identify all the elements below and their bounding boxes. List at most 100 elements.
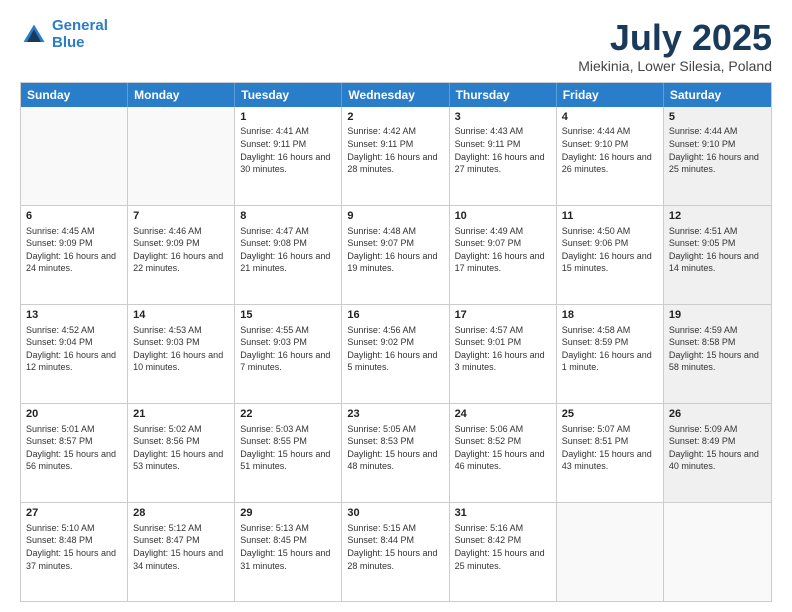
- subtitle: Miekinia, Lower Silesia, Poland: [578, 58, 772, 74]
- calendar-week-5: 27Sunrise: 5:10 AM Sunset: 8:48 PM Dayli…: [21, 503, 771, 601]
- calendar-cell: 4Sunrise: 4:44 AM Sunset: 9:10 PM Daylig…: [557, 107, 664, 205]
- calendar-body: 1Sunrise: 4:41 AM Sunset: 9:11 PM Daylig…: [21, 107, 771, 601]
- day-number: 19: [669, 308, 766, 323]
- cell-info: Sunrise: 5:05 AM Sunset: 8:53 PM Dayligh…: [347, 423, 443, 473]
- cell-info: Sunrise: 4:58 AM Sunset: 8:59 PM Dayligh…: [562, 324, 658, 374]
- calendar-cell: 23Sunrise: 5:05 AM Sunset: 8:53 PM Dayli…: [342, 404, 449, 502]
- day-number: 28: [133, 506, 229, 521]
- calendar-cell: 3Sunrise: 4:43 AM Sunset: 9:11 PM Daylig…: [450, 107, 557, 205]
- cell-info: Sunrise: 4:46 AM Sunset: 9:09 PM Dayligh…: [133, 225, 229, 275]
- day-number: 4: [562, 110, 658, 125]
- calendar-cell: 25Sunrise: 5:07 AM Sunset: 8:51 PM Dayli…: [557, 404, 664, 502]
- day-number: 29: [240, 506, 336, 521]
- calendar-cell: 24Sunrise: 5:06 AM Sunset: 8:52 PM Dayli…: [450, 404, 557, 502]
- calendar-cell: 10Sunrise: 4:49 AM Sunset: 9:07 PM Dayli…: [450, 206, 557, 304]
- header-day-monday: Monday: [128, 83, 235, 107]
- calendar-cell: 14Sunrise: 4:53 AM Sunset: 9:03 PM Dayli…: [128, 305, 235, 403]
- day-number: 26: [669, 407, 766, 422]
- day-number: 16: [347, 308, 443, 323]
- day-number: 17: [455, 308, 551, 323]
- main-title: July 2025: [578, 18, 772, 58]
- calendar-cell: 16Sunrise: 4:56 AM Sunset: 9:02 PM Dayli…: [342, 305, 449, 403]
- day-number: 9: [347, 209, 443, 224]
- cell-info: Sunrise: 5:15 AM Sunset: 8:44 PM Dayligh…: [347, 522, 443, 572]
- day-number: 31: [455, 506, 551, 521]
- calendar-cell: 17Sunrise: 4:57 AM Sunset: 9:01 PM Dayli…: [450, 305, 557, 403]
- day-number: 14: [133, 308, 229, 323]
- cell-info: Sunrise: 5:06 AM Sunset: 8:52 PM Dayligh…: [455, 423, 551, 473]
- header-day-sunday: Sunday: [21, 83, 128, 107]
- calendar-cell: 26Sunrise: 5:09 AM Sunset: 8:49 PM Dayli…: [664, 404, 771, 502]
- calendar-cell: 9Sunrise: 4:48 AM Sunset: 9:07 PM Daylig…: [342, 206, 449, 304]
- day-number: 22: [240, 407, 336, 422]
- calendar-cell: 27Sunrise: 5:10 AM Sunset: 8:48 PM Dayli…: [21, 503, 128, 601]
- day-number: 21: [133, 407, 229, 422]
- header: General Blue July 2025 Miekinia, Lower S…: [20, 18, 772, 74]
- calendar-cell: [21, 107, 128, 205]
- cell-info: Sunrise: 5:10 AM Sunset: 8:48 PM Dayligh…: [26, 522, 122, 572]
- calendar-cell: 13Sunrise: 4:52 AM Sunset: 9:04 PM Dayli…: [21, 305, 128, 403]
- logo-icon: [20, 21, 48, 49]
- cell-info: Sunrise: 4:51 AM Sunset: 9:05 PM Dayligh…: [669, 225, 766, 275]
- calendar-cell: 31Sunrise: 5:16 AM Sunset: 8:42 PM Dayli…: [450, 503, 557, 601]
- calendar-cell: 21Sunrise: 5:02 AM Sunset: 8:56 PM Dayli…: [128, 404, 235, 502]
- cell-info: Sunrise: 4:56 AM Sunset: 9:02 PM Dayligh…: [347, 324, 443, 374]
- cell-info: Sunrise: 5:02 AM Sunset: 8:56 PM Dayligh…: [133, 423, 229, 473]
- cell-info: Sunrise: 4:50 AM Sunset: 9:06 PM Dayligh…: [562, 225, 658, 275]
- cell-info: Sunrise: 5:07 AM Sunset: 8:51 PM Dayligh…: [562, 423, 658, 473]
- cell-info: Sunrise: 5:09 AM Sunset: 8:49 PM Dayligh…: [669, 423, 766, 473]
- header-day-tuesday: Tuesday: [235, 83, 342, 107]
- calendar-cell: 6Sunrise: 4:45 AM Sunset: 9:09 PM Daylig…: [21, 206, 128, 304]
- calendar-cell: 7Sunrise: 4:46 AM Sunset: 9:09 PM Daylig…: [128, 206, 235, 304]
- day-number: 18: [562, 308, 658, 323]
- cell-info: Sunrise: 4:42 AM Sunset: 9:11 PM Dayligh…: [347, 125, 443, 175]
- calendar-cell: [664, 503, 771, 601]
- calendar-cell: 18Sunrise: 4:58 AM Sunset: 8:59 PM Dayli…: [557, 305, 664, 403]
- cell-info: Sunrise: 5:03 AM Sunset: 8:55 PM Dayligh…: [240, 423, 336, 473]
- calendar-cell: 20Sunrise: 5:01 AM Sunset: 8:57 PM Dayli…: [21, 404, 128, 502]
- day-number: 6: [26, 209, 122, 224]
- logo: General Blue: [20, 18, 108, 51]
- cell-info: Sunrise: 4:44 AM Sunset: 9:10 PM Dayligh…: [562, 125, 658, 175]
- cell-info: Sunrise: 5:16 AM Sunset: 8:42 PM Dayligh…: [455, 522, 551, 572]
- calendar-cell: 12Sunrise: 4:51 AM Sunset: 9:05 PM Dayli…: [664, 206, 771, 304]
- calendar: SundayMondayTuesdayWednesdayThursdayFrid…: [20, 82, 772, 602]
- day-number: 7: [133, 209, 229, 224]
- cell-info: Sunrise: 4:53 AM Sunset: 9:03 PM Dayligh…: [133, 324, 229, 374]
- calendar-cell: 30Sunrise: 5:15 AM Sunset: 8:44 PM Dayli…: [342, 503, 449, 601]
- calendar-cell: 2Sunrise: 4:42 AM Sunset: 9:11 PM Daylig…: [342, 107, 449, 205]
- cell-info: Sunrise: 4:45 AM Sunset: 9:09 PM Dayligh…: [26, 225, 122, 275]
- cell-info: Sunrise: 4:43 AM Sunset: 9:11 PM Dayligh…: [455, 125, 551, 175]
- cell-info: Sunrise: 4:57 AM Sunset: 9:01 PM Dayligh…: [455, 324, 551, 374]
- cell-info: Sunrise: 4:59 AM Sunset: 8:58 PM Dayligh…: [669, 324, 766, 374]
- day-number: 11: [562, 209, 658, 224]
- day-number: 25: [562, 407, 658, 422]
- calendar-cell: 8Sunrise: 4:47 AM Sunset: 9:08 PM Daylig…: [235, 206, 342, 304]
- cell-info: Sunrise: 4:44 AM Sunset: 9:10 PM Dayligh…: [669, 125, 766, 175]
- header-day-wednesday: Wednesday: [342, 83, 449, 107]
- day-number: 27: [26, 506, 122, 521]
- cell-info: Sunrise: 4:49 AM Sunset: 9:07 PM Dayligh…: [455, 225, 551, 275]
- cell-info: Sunrise: 5:13 AM Sunset: 8:45 PM Dayligh…: [240, 522, 336, 572]
- calendar-cell: 5Sunrise: 4:44 AM Sunset: 9:10 PM Daylig…: [664, 107, 771, 205]
- day-number: 15: [240, 308, 336, 323]
- title-block: July 2025 Miekinia, Lower Silesia, Polan…: [578, 18, 772, 74]
- day-number: 24: [455, 407, 551, 422]
- cell-info: Sunrise: 5:12 AM Sunset: 8:47 PM Dayligh…: [133, 522, 229, 572]
- day-number: 8: [240, 209, 336, 224]
- calendar-cell: 22Sunrise: 5:03 AM Sunset: 8:55 PM Dayli…: [235, 404, 342, 502]
- header-day-saturday: Saturday: [664, 83, 771, 107]
- cell-info: Sunrise: 4:41 AM Sunset: 9:11 PM Dayligh…: [240, 125, 336, 175]
- day-number: 10: [455, 209, 551, 224]
- calendar-week-3: 13Sunrise: 4:52 AM Sunset: 9:04 PM Dayli…: [21, 305, 771, 404]
- day-number: 2: [347, 110, 443, 125]
- cell-info: Sunrise: 4:55 AM Sunset: 9:03 PM Dayligh…: [240, 324, 336, 374]
- day-number: 20: [26, 407, 122, 422]
- calendar-week-4: 20Sunrise: 5:01 AM Sunset: 8:57 PM Dayli…: [21, 404, 771, 503]
- calendar-page: General Blue July 2025 Miekinia, Lower S…: [0, 0, 792, 612]
- calendar-week-1: 1Sunrise: 4:41 AM Sunset: 9:11 PM Daylig…: [21, 107, 771, 206]
- calendar-cell: 19Sunrise: 4:59 AM Sunset: 8:58 PM Dayli…: [664, 305, 771, 403]
- logo-text: General Blue: [52, 18, 108, 51]
- calendar-cell: 28Sunrise: 5:12 AM Sunset: 8:47 PM Dayli…: [128, 503, 235, 601]
- cell-info: Sunrise: 4:47 AM Sunset: 9:08 PM Dayligh…: [240, 225, 336, 275]
